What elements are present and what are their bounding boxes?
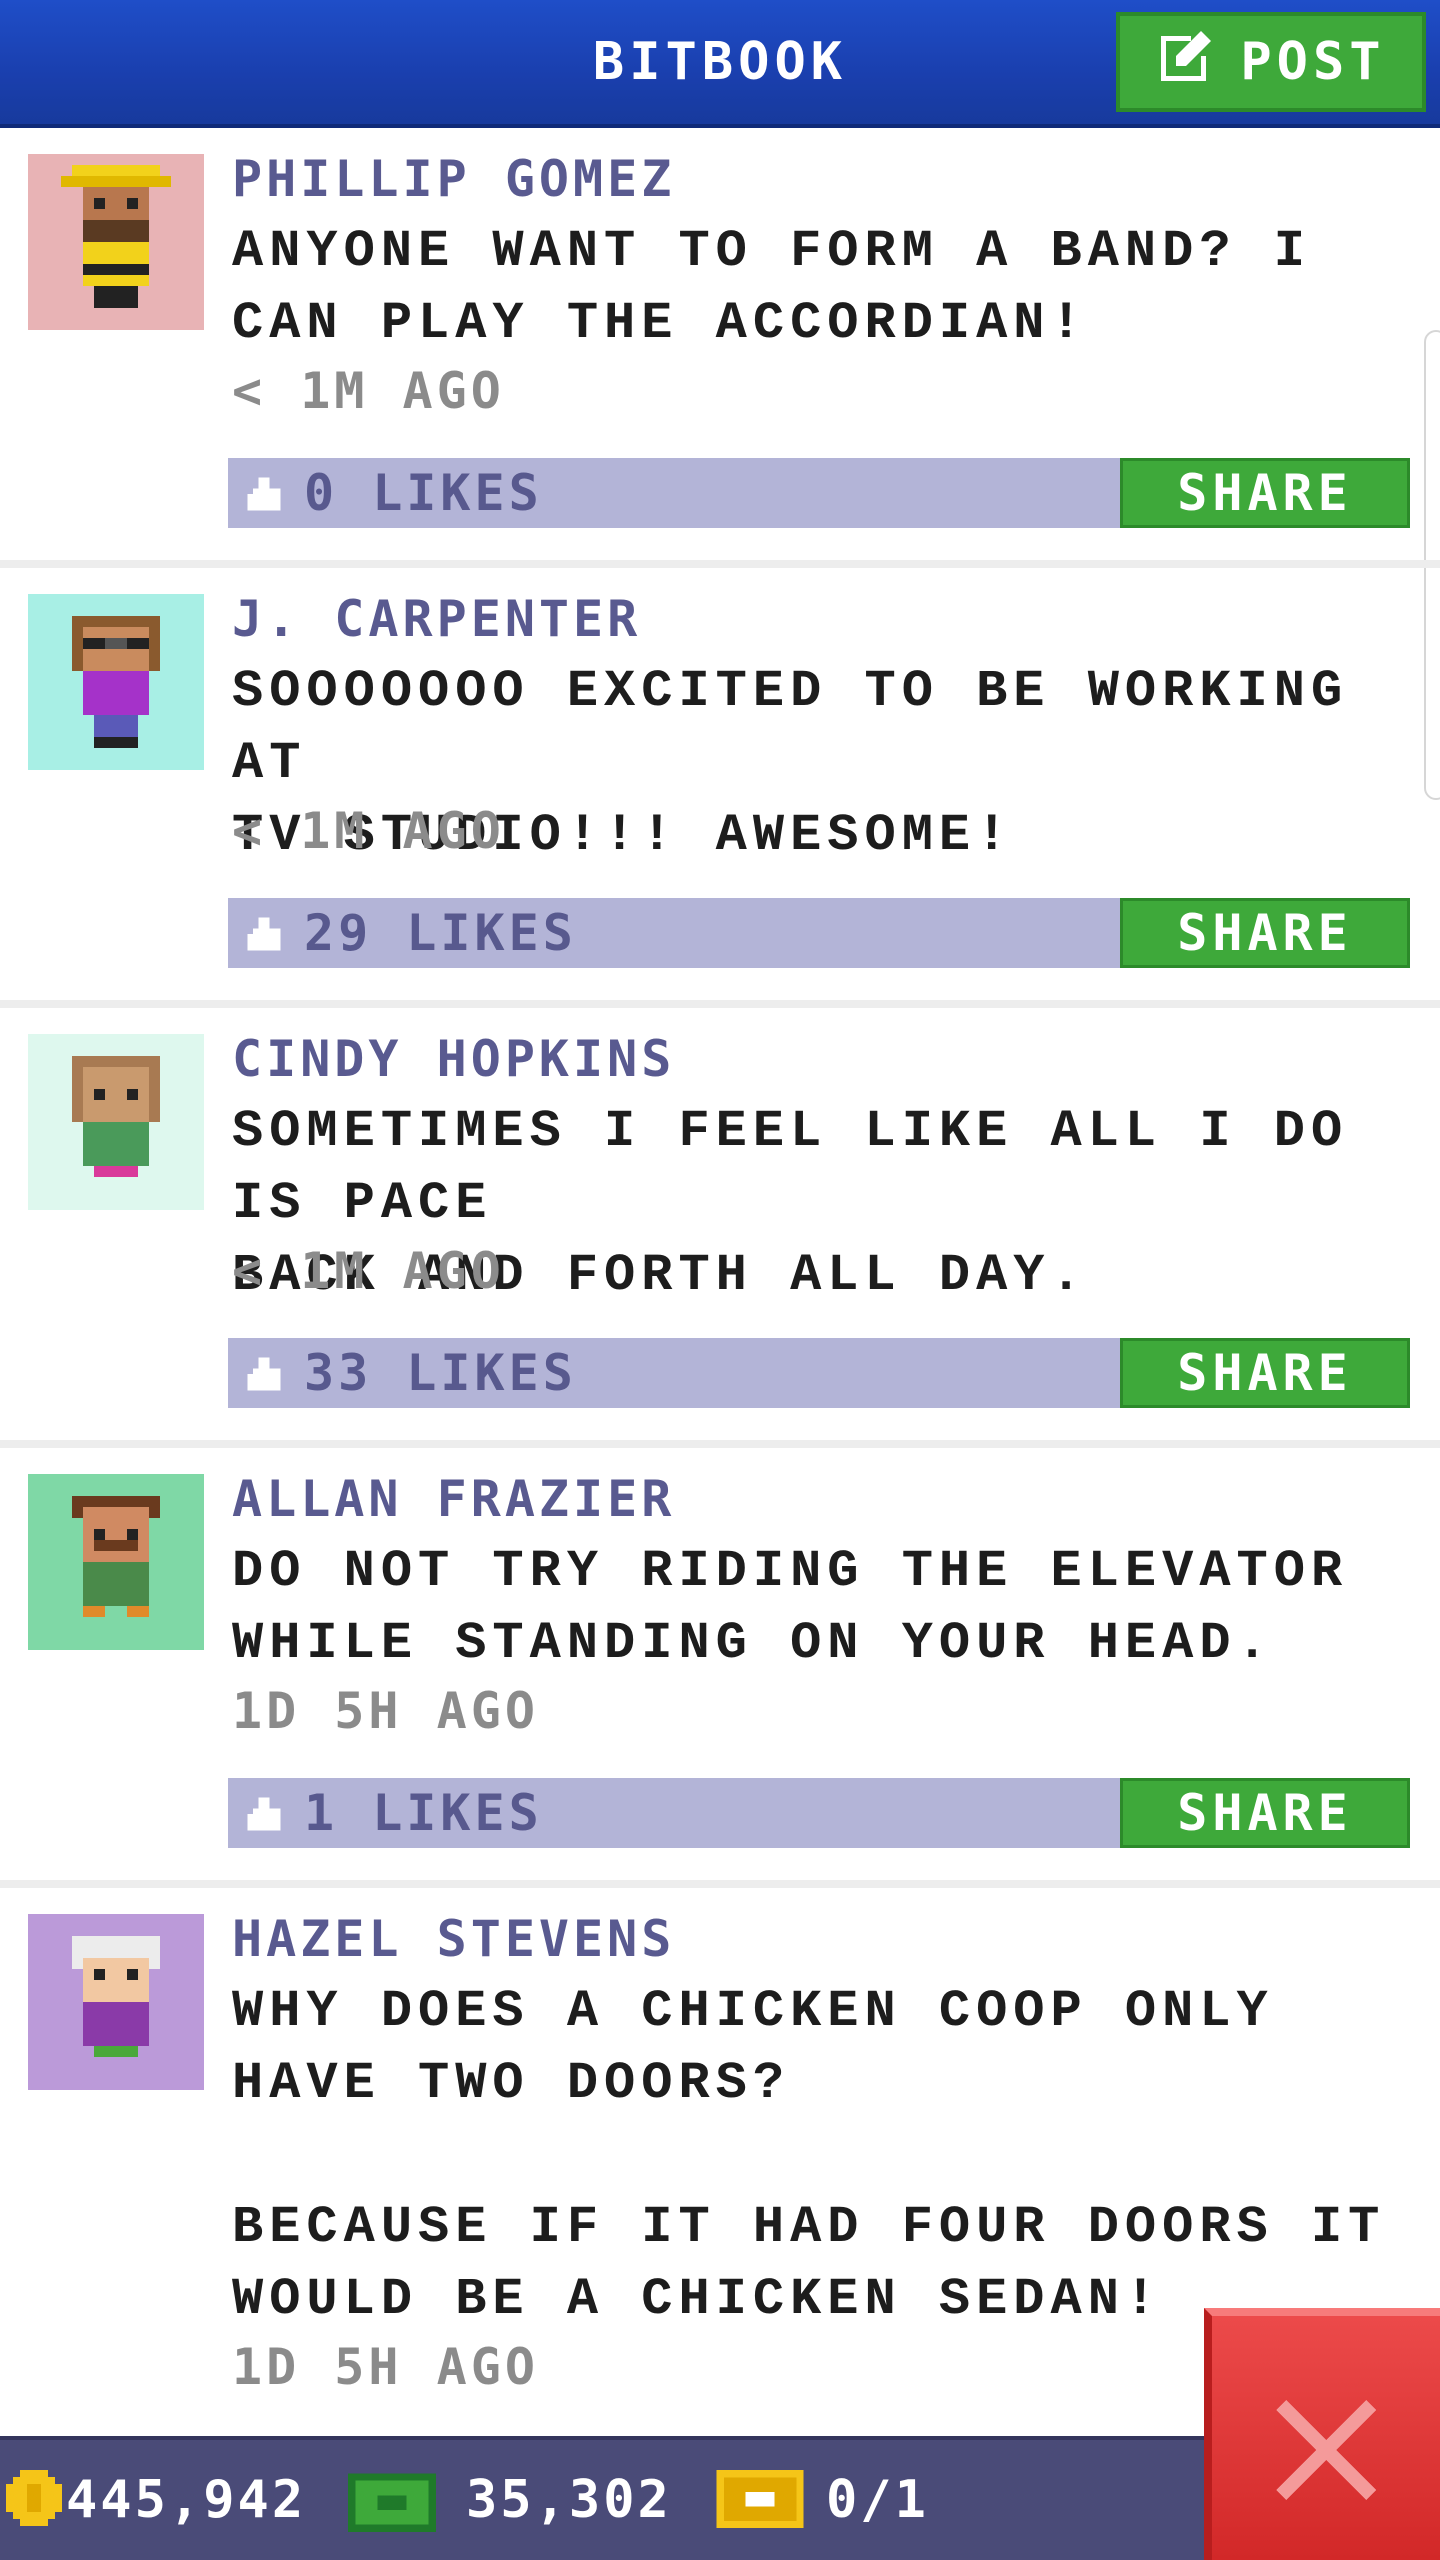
ticket-count: 0/1 [826, 2470, 929, 2530]
coin-icon [6, 2470, 62, 2526]
post-message: DO NOT TRY RIDING THE ELEVATOR WHILE STA… [232, 1542, 1349, 1673]
feed-post: PHILLIP GOMEZ ANYONE WANT TO FORM A BAND… [0, 128, 1440, 568]
app-header: BITBOOK POST [0, 0, 1440, 128]
post-button-label: POST [1240, 32, 1386, 92]
post-feed: PHILLIP GOMEZ ANYONE WANT TO FORM A BAND… [0, 128, 1440, 2488]
feed-post: CINDY HOPKINS SOMETIMES I FEEL LIKE ALL … [0, 1008, 1440, 1448]
post-author[interactable]: HAZEL STEVENS [232, 1906, 675, 1972]
share-button[interactable]: SHARE [1120, 1338, 1410, 1408]
close-button[interactable] [1204, 2308, 1440, 2560]
thumbs-up-icon[interactable] [242, 1792, 286, 1836]
like-bar: 1 LIKES SHARE [228, 1778, 1410, 1848]
like-bar: 0 LIKES SHARE [228, 458, 1410, 528]
feed-post: J. CARPENTER SOOOOOOO EXCITED TO BE WORK… [0, 568, 1440, 1008]
post-button[interactable]: POST [1116, 12, 1426, 112]
share-button[interactable]: SHARE [1120, 898, 1410, 968]
like-count: 0 LIKES [304, 464, 543, 522]
thumbs-up-icon[interactable] [242, 912, 286, 956]
avatar [28, 1034, 204, 1210]
avatar [28, 1914, 204, 2090]
thumbs-up-icon[interactable] [242, 1352, 286, 1396]
like-count: 33 LIKES [304, 1344, 577, 1402]
post-author[interactable]: CINDY HOPKINS [232, 1026, 675, 1092]
coin-count: 445,942 [66, 2470, 307, 2530]
post-timestamp: 1D 5H AGO [232, 1682, 539, 1740]
post-timestamp: < 1M AGO [232, 362, 505, 420]
avatar [28, 1474, 204, 1650]
like-bar: 33 LIKES SHARE [228, 1338, 1410, 1408]
cash-icon [348, 2473, 436, 2532]
post-author[interactable]: J. CARPENTER [232, 586, 641, 652]
post-author[interactable]: ALLAN FRAZIER [232, 1466, 675, 1532]
post-timestamp: 1D 5H AGO [232, 2338, 539, 2396]
post-author[interactable]: PHILLIP GOMEZ [232, 146, 675, 212]
like-count: 29 LIKES [304, 904, 577, 962]
like-count: 1 LIKES [304, 1784, 543, 1842]
feed-post: ALLAN FRAZIER DO NOT TRY RIDING THE ELEV… [0, 1448, 1440, 1888]
ticket-icon [716, 2470, 804, 2528]
avatar [28, 594, 204, 770]
post-message: ANYONE WANT TO FORM A BAND? I CAN PLAY T… [232, 222, 1311, 353]
share-button[interactable]: SHARE [1120, 1778, 1410, 1848]
thumbs-up-icon[interactable] [242, 472, 286, 516]
like-bar: 29 LIKES SHARE [228, 898, 1410, 968]
edit-icon [1156, 26, 1216, 99]
avatar [28, 154, 204, 330]
close-icon [1276, 2400, 1376, 2500]
bux-count: 35,302 [466, 2470, 672, 2530]
share-button[interactable]: SHARE [1120, 458, 1410, 528]
post-timestamp: < 1M AGO [232, 1242, 505, 1300]
post-timestamp: < 1M AGO [232, 802, 505, 860]
post-message: WHY DOES A CHICKEN COOP ONLY HAVE TWO DO… [232, 1982, 1386, 2329]
